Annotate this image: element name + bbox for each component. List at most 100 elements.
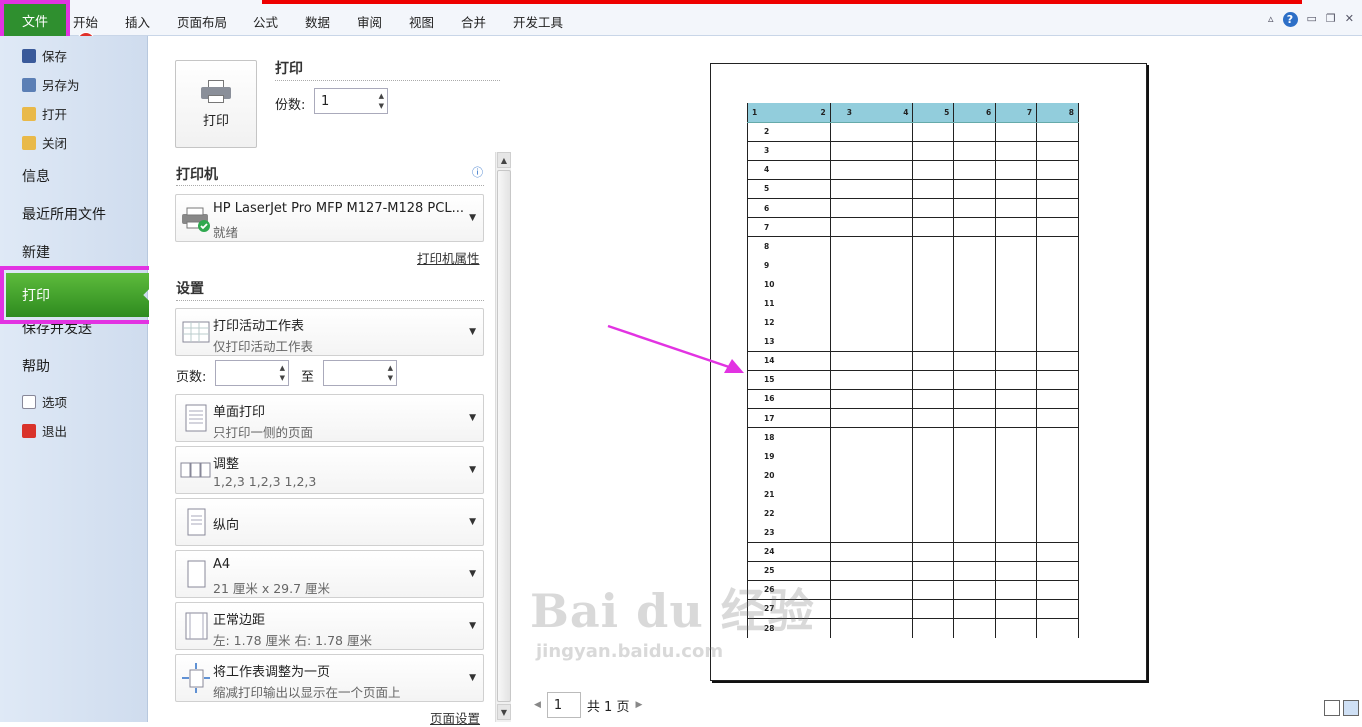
tab-page-layout[interactable]: 页面布局 bbox=[177, 12, 227, 31]
table-cell bbox=[1036, 141, 1079, 161]
table-cell bbox=[830, 618, 914, 638]
collate-icon bbox=[180, 462, 211, 478]
info-icon[interactable]: ⓘ bbox=[472, 164, 483, 180]
table-cell bbox=[995, 255, 1038, 275]
table-cell bbox=[1036, 523, 1079, 543]
scaling-dropdown[interactable]: 将工作表调整为一页 缩减打印输出以显示在一个页面上 ▼ bbox=[175, 654, 484, 702]
row-number: 8 bbox=[764, 241, 770, 251]
nav-info[interactable]: 信息 bbox=[22, 166, 50, 186]
table-cell bbox=[995, 198, 1038, 219]
table-cell bbox=[995, 313, 1038, 333]
tab-insert[interactable]: 插入 bbox=[125, 12, 150, 31]
settings-scrollbar[interactable]: ▲ ▼ bbox=[495, 152, 511, 722]
red-annotation-bar bbox=[262, 0, 1302, 4]
print-what-dropdown[interactable]: 打印活动工作表 仅打印活动工作表 ▼ bbox=[175, 308, 484, 356]
header-cell: 7 bbox=[995, 103, 1038, 123]
scroll-down-icon[interactable]: ▼ bbox=[497, 704, 511, 720]
table-cell bbox=[830, 313, 914, 333]
show-margins-icon[interactable] bbox=[1324, 700, 1340, 716]
row-number: 23 bbox=[764, 527, 775, 537]
tab-developer[interactable]: 开发工具 bbox=[513, 12, 563, 31]
table-cell bbox=[953, 332, 997, 352]
help-icon[interactable]: ? bbox=[1282, 12, 1298, 27]
printer-properties-link[interactable]: 打印机属性 bbox=[417, 248, 480, 267]
scroll-up-icon[interactable]: ▲ bbox=[497, 152, 511, 168]
nav-new[interactable]: 新建 bbox=[22, 242, 50, 262]
next-page-icon[interactable]: ▶ bbox=[635, 700, 642, 710]
nav-save-as[interactable]: 另存为 bbox=[22, 75, 80, 94]
printer-icon bbox=[201, 79, 231, 103]
nav-options[interactable]: 选项 bbox=[22, 392, 67, 411]
table-cell: 13 bbox=[747, 332, 831, 352]
row-number: 15 bbox=[764, 375, 775, 385]
sides-dropdown[interactable]: 单面打印 只打印一侧的页面 ▼ bbox=[175, 394, 484, 442]
table-cell bbox=[830, 503, 914, 524]
preview-table: 1 2 3 4 5 6 7 8 2 3 4 5 6 7 8 9 10 11 12 13 14 15 16 17 18 19 20 21… bbox=[747, 103, 1079, 638]
margins-dropdown[interactable]: 正常边距 左: 1.78 厘米 右: 1.78 厘米 ▼ bbox=[175, 602, 484, 650]
nav-exit[interactable]: 退出 bbox=[22, 421, 67, 440]
sides-sub: 只打印一侧的页面 bbox=[213, 425, 314, 440]
table-row: 11 bbox=[747, 293, 1079, 314]
restore-icon[interactable]: ❐ bbox=[1326, 12, 1336, 27]
tab-view[interactable]: 视图 bbox=[409, 12, 434, 31]
table-cell bbox=[995, 389, 1038, 410]
page-setup-link[interactable]: 页面设置 bbox=[430, 708, 480, 727]
pages-from-input[interactable]: ▲ ▼ bbox=[215, 360, 289, 386]
tab-file[interactable]: 文件 bbox=[0, 0, 70, 40]
collate-dropdown[interactable]: 调整 1,2,3 1,2,3 1,2,3 ▼ bbox=[175, 446, 484, 494]
tab-home[interactable]: 开始 bbox=[73, 12, 98, 31]
table-cell bbox=[1036, 561, 1079, 581]
tab-data[interactable]: 数据 bbox=[305, 12, 330, 31]
pages-to-input[interactable]: ▲ ▼ bbox=[323, 360, 397, 386]
tab-formulas[interactable]: 公式 bbox=[253, 12, 278, 31]
header-cell: 12 bbox=[747, 103, 831, 123]
close-icon[interactable]: ✕ bbox=[1345, 12, 1354, 27]
paper-size-dropdown[interactable]: A4 21 厘米 x 29.7 厘米 ▼ bbox=[175, 550, 484, 598]
collapse-ribbon-icon[interactable]: ▵ bbox=[1268, 12, 1274, 27]
watermark-main: Bai du 经验 bbox=[530, 584, 815, 638]
table-cell bbox=[830, 370, 914, 390]
row-number: 16 bbox=[764, 394, 775, 404]
print-title: 打印 bbox=[275, 61, 303, 77]
nav-recent[interactable]: 最近所用文件 bbox=[22, 204, 106, 224]
table-cell bbox=[995, 618, 1038, 638]
table-header-row: 12345678 bbox=[747, 103, 1079, 123]
nav-close-label: 关闭 bbox=[42, 136, 68, 151]
nav-open[interactable]: 打开 bbox=[22, 104, 67, 123]
pages-from-stepper[interactable]: ▲ ▼ bbox=[280, 363, 285, 383]
prev-page-icon[interactable]: ◀ bbox=[534, 700, 541, 710]
tab-review[interactable]: 审阅 bbox=[357, 12, 382, 31]
copies-stepper[interactable]: ▲ ▼ bbox=[379, 91, 384, 111]
nav-help[interactable]: 帮助 bbox=[22, 356, 50, 376]
table-cell: 18 bbox=[747, 427, 831, 447]
copies-input[interactable]: 1 ▲ ▼ bbox=[314, 88, 388, 114]
table-cell bbox=[830, 217, 914, 238]
table-row: 17 bbox=[747, 408, 1079, 429]
nav-save[interactable]: 保存 bbox=[22, 46, 67, 65]
header-cell: 8 bbox=[1036, 103, 1079, 123]
print-what-sub: 仅打印活动工作表 bbox=[213, 339, 314, 354]
pages-label: 页数: bbox=[176, 370, 207, 385]
zoom-to-page-icon[interactable] bbox=[1343, 700, 1359, 716]
minimize-icon[interactable]: ▭ bbox=[1307, 12, 1317, 27]
print-button[interactable]: 打印 bbox=[175, 60, 257, 148]
table-cell bbox=[830, 255, 914, 275]
tab-merge[interactable]: 合并 bbox=[461, 12, 486, 31]
table-cell bbox=[953, 446, 997, 466]
pages-to-stepper[interactable]: ▲ ▼ bbox=[388, 363, 393, 383]
orientation-dropdown[interactable]: 纵向 ▼ bbox=[175, 498, 484, 546]
table-row: 5 bbox=[747, 179, 1079, 199]
fit-to-page-icon bbox=[182, 663, 210, 693]
nav-print[interactable]: 打印 bbox=[0, 266, 158, 324]
header-label: 1 bbox=[752, 107, 758, 117]
header-label: 6 bbox=[986, 107, 992, 117]
table-cell: 17 bbox=[747, 408, 831, 429]
row-number: 11 bbox=[764, 298, 775, 308]
nav-close[interactable]: 关闭 bbox=[22, 133, 67, 152]
printer-dropdown[interactable]: HP LaserJet Pro MFP M127-M128 PCL... 就绪 … bbox=[175, 194, 484, 242]
page-number-input[interactable]: 1 bbox=[546, 692, 581, 718]
table-cell bbox=[1036, 293, 1079, 314]
scrollbar-thumb[interactable] bbox=[497, 170, 511, 702]
chevron-down-icon: ▼ bbox=[469, 621, 476, 631]
row-number: 9 bbox=[764, 260, 770, 270]
